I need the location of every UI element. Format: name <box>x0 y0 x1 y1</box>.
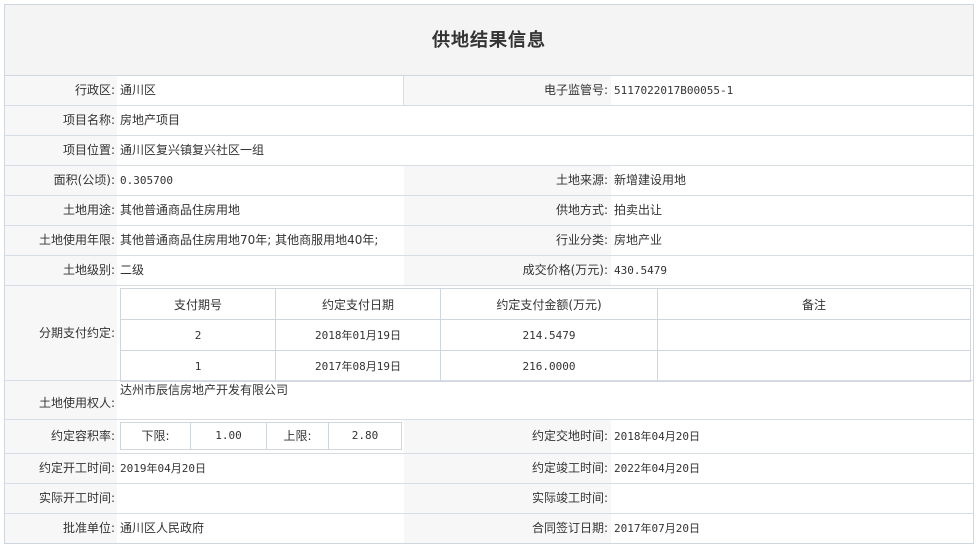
installments-table-wrap: 支付期号 约定支付日期 约定支付金额(万元) 备注 2 2018年01月19日 … <box>117 286 971 382</box>
header-period: 支付期号 <box>120 288 276 320</box>
far-range-box: 下限: 1.00 上限: 2.80 <box>120 422 402 450</box>
row-start-time: 约定开工时间: 2019年04月20日 约定竣工时间: 2022年04月20日 <box>5 454 973 484</box>
far-range: 下限: 1.00 上限: 2.80 <box>117 420 404 453</box>
header-note: 备注 <box>657 288 971 320</box>
actual-start-label: 实际开工时间: <box>5 484 117 513</box>
completion-time-value: 2022年04月20日 <box>614 462 700 475</box>
header-amount: 约定支付金额(万元) <box>440 288 658 320</box>
industry-value: 房地产业 <box>614 233 663 247</box>
row-use-term: 土地使用年限: 其他普通商品住房用地70年; 其他商服用地40年; 行业分类: … <box>5 226 973 256</box>
row-project-location: 项目位置: 通川区复兴镇复兴社区一组 <box>5 136 973 166</box>
district-value: 通川区 <box>117 76 404 105</box>
actual-completion-value <box>611 484 966 513</box>
row-district: 行政区: 通川区 电子监管号: 5117022017B00055-1 <box>5 76 973 106</box>
actual-start-value <box>117 484 404 513</box>
header-date: 约定支付日期 <box>275 288 441 320</box>
row-approval: 批准单位: 通川区人民政府 合同签订日期: 2017年07月20日 <box>5 514 973 543</box>
table-row: 2 2018年01月19日 214.5479 <box>120 319 971 351</box>
far-upper-label: 上限: <box>267 423 329 449</box>
row-actual-start: 实际开工时间: 实际竣工时间: <box>5 484 973 514</box>
contract-date-value: 2017年07月20日 <box>614 522 700 535</box>
amount-cell: 216.0000 <box>440 350 658 382</box>
table-row: 1 2017年08月19日 216.0000 <box>120 350 971 382</box>
supply-method-label: 供地方式: <box>404 196 611 225</box>
completion-time-label: 约定竣工时间: <box>404 454 611 483</box>
land-user-value: 达州市辰信房地产开发有限公司 <box>120 383 289 397</box>
far-upper-value: 2.80 <box>351 429 379 442</box>
land-source-label: 土地来源: <box>404 166 611 195</box>
land-grade-value: 二级 <box>120 263 145 277</box>
land-use-value: 其他普通商品住房用地 <box>120 203 241 217</box>
supervision-no-value: 5117022017B00055-1 <box>614 84 734 97</box>
use-term-value: 其他普通商品住房用地70年; 其他商服用地40年; <box>120 233 379 247</box>
date-cell: 2017年08月19日 <box>275 350 441 382</box>
row-land-grade: 土地级别: 二级 成交价格(万元): 430.5479 <box>5 256 973 286</box>
approval-unit-label: 批准单位: <box>5 514 117 543</box>
far-label: 约定容积率: <box>5 420 117 453</box>
actual-completion-label: 实际竣工时间: <box>404 484 611 513</box>
installments-label: 分期支付约定: <box>5 286 117 380</box>
installments-header-row: 支付期号 约定支付日期 约定支付金额(万元) 备注 <box>120 288 971 320</box>
land-grade-label: 土地级别: <box>5 256 117 285</box>
row-project-name: 项目名称: 房地产项目 <box>5 106 973 136</box>
use-term-label: 土地使用年限: <box>5 226 117 255</box>
row-land-user: 土地使用权人: 达州市辰信房地产开发有限公司 <box>5 381 973 420</box>
land-user-label: 土地使用权人: <box>5 381 117 419</box>
period-cell: 1 <box>120 350 276 382</box>
district-label: 行政区: <box>5 76 117 105</box>
start-time-value: 2019年04月20日 <box>120 462 206 475</box>
area-value: 0.305700 <box>120 174 173 187</box>
note-cell <box>657 350 971 382</box>
delivery-time-label: 约定交地时间: <box>404 420 611 453</box>
price-label: 成交价格(万元): <box>404 256 611 285</box>
project-name-label: 项目名称: <box>5 106 117 135</box>
industry-label: 行业分类: <box>404 226 611 255</box>
land-supply-result-panel: 供地结果信息 行政区: 通川区 电子监管号: 5117022017B00055-… <box>4 4 974 544</box>
supply-method-value: 拍卖出让 <box>614 203 663 217</box>
delivery-time-value: 2018年04月20日 <box>614 430 700 443</box>
land-source-value: 新增建设用地 <box>614 173 687 187</box>
project-name-value: 房地产项目 <box>120 113 181 127</box>
far-lower-value: 1.00 <box>191 423 267 449</box>
row-area: 面积(公顷): 0.305700 土地来源: 新增建设用地 <box>5 166 973 196</box>
contract-date-label: 合同签订日期: <box>404 514 611 543</box>
period-cell: 2 <box>120 319 276 351</box>
note-cell <box>657 319 971 351</box>
project-location-value: 通川区复兴镇复兴社区一组 <box>120 143 265 157</box>
date-cell: 2018年01月19日 <box>275 319 441 351</box>
row-far: 约定容积率: 下限: 1.00 上限: 2.80 约定交地时间: 2018年04… <box>5 420 973 454</box>
start-time-label: 约定开工时间: <box>5 454 117 483</box>
project-location-label: 项目位置: <box>5 136 117 165</box>
installments-table: 支付期号 约定支付日期 约定支付金额(万元) 备注 2 2018年01月19日 … <box>120 288 971 382</box>
amount-cell: 214.5479 <box>440 319 658 351</box>
area-label: 面积(公顷): <box>5 166 117 195</box>
row-installments: 分期支付约定: 支付期号 约定支付日期 约定支付金额(万元) 备注 2 2018… <box>5 286 973 382</box>
price-value: 430.5479 <box>614 264 667 277</box>
row-land-use: 土地用途: 其他普通商品住房用地 供地方式: 拍卖出让 <box>5 196 973 226</box>
page-title: 供地结果信息 <box>5 5 973 76</box>
land-use-label: 土地用途: <box>5 196 117 225</box>
approval-unit-value: 通川区人民政府 <box>120 521 205 535</box>
far-lower-label: 下限: <box>121 423 191 449</box>
supervision-no-label: 电子监管号: <box>404 76 611 105</box>
